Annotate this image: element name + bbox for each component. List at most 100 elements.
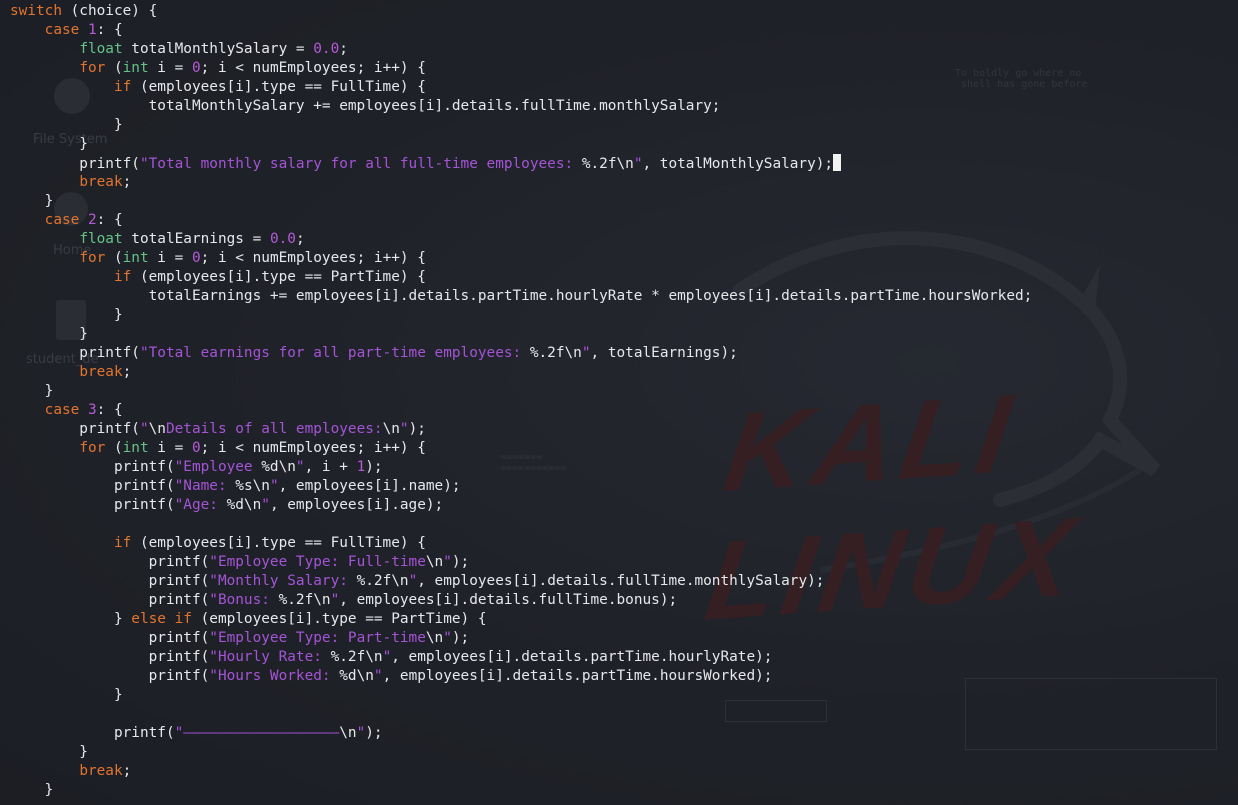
code-token: ; i < numEmployees; i++) { [200,440,426,456]
code-token: 1 [87,22,97,38]
code-token: printf( [10,668,210,684]
code-token: " [382,649,392,665]
code-token: %d\n [226,497,262,513]
code-line: printf("Employee %d\n", i + 1); [10,458,1032,477]
code-token: %s\n [235,478,270,494]
code-token: ); [451,554,470,570]
code-token: " [269,478,279,494]
code-line: printf("Monthly Salary: %.2f\n", employe… [10,572,1032,591]
code-token: printf( [10,592,210,608]
code-token: ( [105,60,123,76]
code-token: 2 [87,212,97,228]
code-token: 3 [87,402,97,418]
code-token: } [10,687,123,703]
code-token: %.2f\n [529,345,582,361]
code-token: if [174,611,192,627]
code-line: } [10,135,1032,154]
code-line: printf("Hourly Rate: %.2f\n", employees[… [10,648,1032,667]
code-line: printf("Age: %d\n", employees[i].age); [10,496,1032,515]
code-token: (employees[i].type == FullTime) { [131,535,426,551]
code-token: %.2f\n [278,592,331,608]
code-token: " [443,554,452,570]
code-token: printf( [10,421,140,437]
code-token: totalEarnings += employees[i].details.pa… [10,288,1033,304]
code-token: i = [148,440,192,456]
code-token: case [44,402,80,418]
code-token: %d\n [339,668,374,684]
code-line: printf("Total earnings for all part-time… [10,344,1032,363]
code-token: printf( [10,459,175,475]
code-token: , totalMonthlySalary); [642,156,834,172]
code-token: else [131,611,166,627]
code-token: } [10,782,54,798]
code-token: 1 [356,459,366,475]
code-token: , employees[i].details.fullTime.bonus); [339,592,678,608]
code-line: break; [10,762,1032,781]
code-token: break [79,763,123,779]
code-token: if [113,535,132,551]
code-token: } [10,117,123,133]
code-token: int [122,250,149,266]
code-token: "Employee [174,459,262,475]
code-token: " [330,592,340,608]
code-line: case 3: { [10,401,1032,420]
code-token: totalMonthlySalary = [122,41,314,57]
code-token: case [44,22,80,38]
code-token: for [79,60,106,76]
code-token: printf( [10,725,175,741]
code-line: case 1: { [10,21,1032,40]
code-token: (choice) { [61,3,158,19]
code-token: float [79,41,123,57]
code-token: } [10,611,132,627]
code-line: float totalMonthlySalary = 0.0; [10,40,1032,59]
code-line: printf("\nDetails of all employees:\n"); [10,420,1032,439]
desktop-screen: KALI LINUX To boldly go where no shell h… [0,0,1238,805]
code-line: } [10,781,1032,800]
code-token: "Hours Worked: [209,668,340,684]
code-token: "Bonus: [209,592,279,608]
code-token: printf( [10,478,175,494]
code-token: " [443,630,452,646]
code-line: printf("Total monthly salary for all ful… [10,154,1032,173]
terminal-code-view[interactable]: switch (choice) { case 1: { float totalM… [10,2,1032,800]
code-token: %.2f\n [356,573,409,589]
code-token: int [122,60,149,76]
code-line: float totalEarnings = 0.0; [10,230,1032,249]
code-token: , employees[i].name); [278,478,461,494]
code-token: printf( [10,630,210,646]
code-line: for (int i = 0; i < numEmployees; i++) { [10,249,1032,268]
code-token: , i + [304,459,357,475]
code-token: \n [425,630,444,646]
code-token: float [79,231,123,247]
code-token: "Total monthly salary for all full-time … [139,156,582,172]
code-token: 0.0 [269,231,296,247]
code-token: ; [122,174,132,190]
code-token: ; [339,41,348,57]
code-token: case [44,212,80,228]
code-token: 0 [191,60,201,76]
code-line: printf("Hours Worked: %d\n", employees[i… [10,667,1032,686]
code-token: i = [148,250,192,266]
code-line: break; [10,363,1032,382]
code-token: totalEarnings = [122,231,270,247]
code-token: %.2f\n [330,649,383,665]
code-token: i = [148,60,192,76]
code-token: ( [105,250,123,266]
code-token: " [399,421,409,437]
code-token: switch [10,3,62,19]
code-token: , employees[i].details.partTime.hourlyRa… [391,649,773,665]
code-token: if [113,79,132,95]
code-line: } [10,116,1032,135]
code-token: , employees[i].age); [269,497,444,513]
